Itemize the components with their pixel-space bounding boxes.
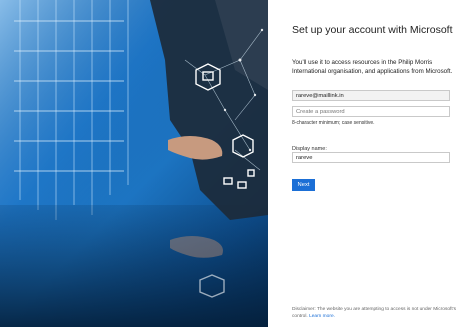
password-field[interactable] xyxy=(292,106,450,117)
password-hint: 8-character minimum; case sensitive. xyxy=(292,120,375,126)
signup-panel: Set up your account with Microsoft You'l… xyxy=(268,0,462,327)
page-title: Set up your account with Microsoft xyxy=(292,24,453,36)
hero-illustration xyxy=(0,0,268,327)
email-field[interactable] xyxy=(292,90,450,101)
display-name-field[interactable] xyxy=(292,152,450,163)
next-button[interactable]: Next xyxy=(292,179,315,191)
disclaimer: Disclaimer: The website you are attempti… xyxy=(292,307,460,320)
learn-more-link[interactable]: Learn more. xyxy=(309,314,335,319)
hero-image xyxy=(0,0,268,327)
intro-text: You'll use it to access resources in the… xyxy=(292,59,453,75)
